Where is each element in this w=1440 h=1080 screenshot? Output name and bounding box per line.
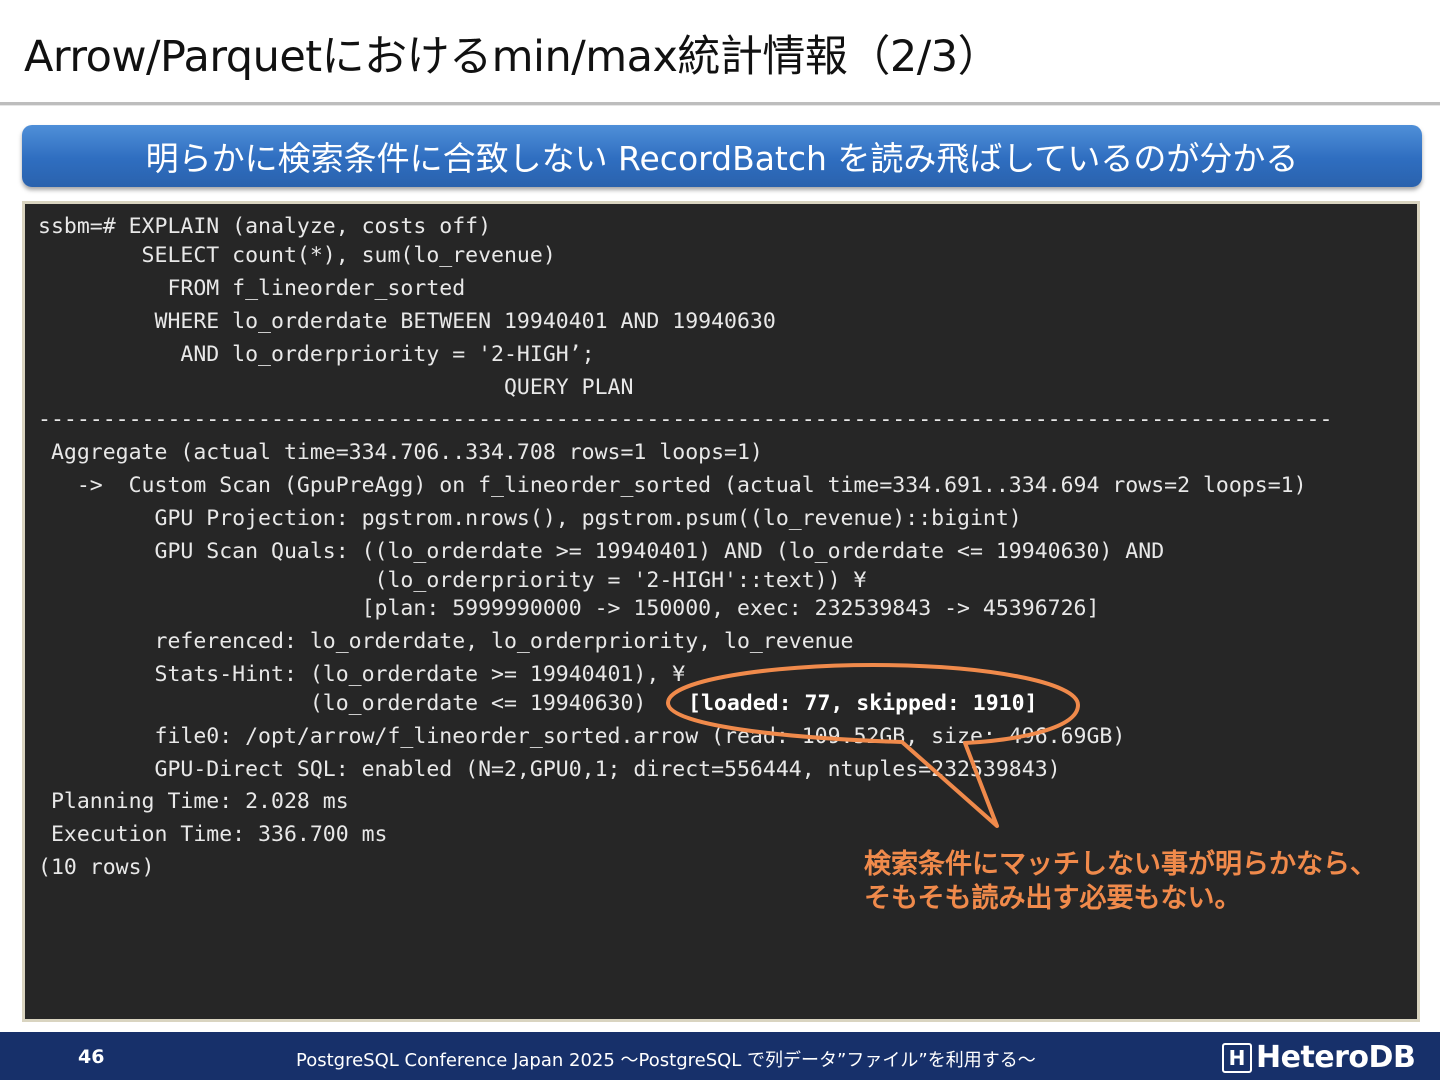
logo-mark-icon: H: [1222, 1042, 1252, 1073]
callout-line-1: 検索条件にマッチしない事が明らかなら、: [864, 849, 1377, 880]
callout-line-2: そもそも読み出す必要もない。: [864, 883, 1242, 914]
logo-text: HeteroDB: [1256, 1040, 1416, 1075]
page-number: 46: [78, 1046, 105, 1068]
conference-name: PostgreSQL Conference Japan 2025 ～Postgr…: [296, 1050, 1036, 1071]
callout-text: 検索条件にマッチしない事が明らかなら、 そもそも読み出す必要もない。: [864, 848, 1377, 916]
callout-bubble: [666, 663, 1080, 828]
heterodb-logo: H HeteroDB: [1222, 1040, 1416, 1075]
